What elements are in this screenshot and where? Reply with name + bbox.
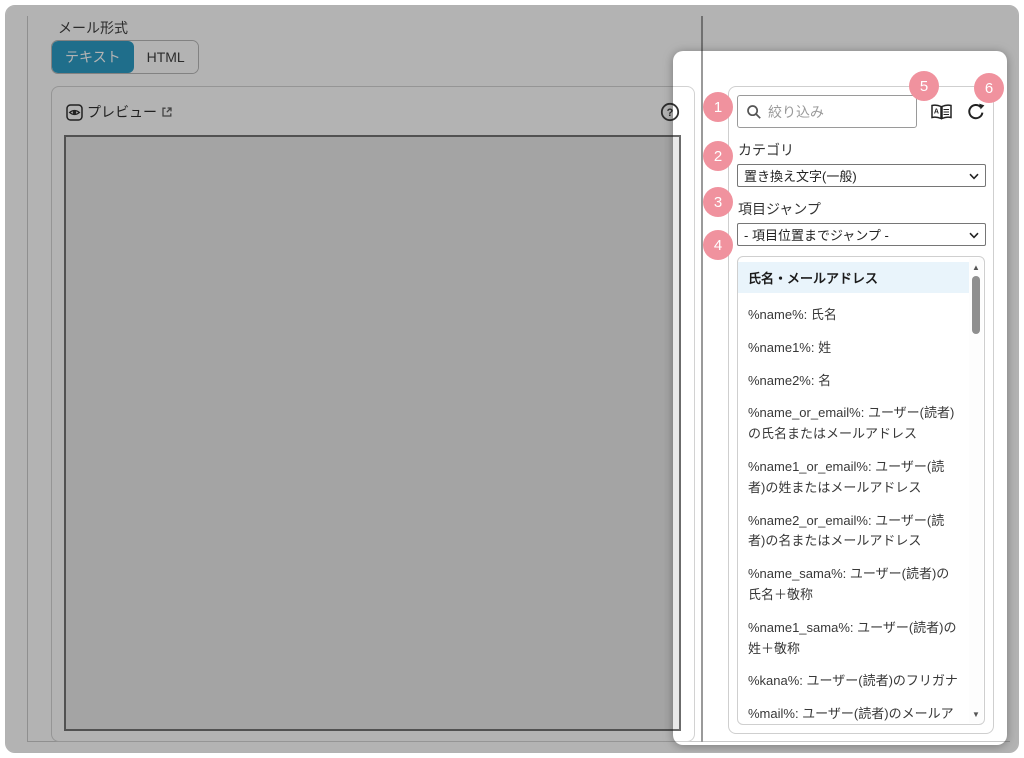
list-item[interactable]: %name_sama%: ユーザー(読者)の氏名＋敬称	[738, 564, 969, 606]
screenshot-stage: メール形式 テキスト HTML プレビュー	[0, 0, 1024, 758]
scroll-down-arrow[interactable]: ▼	[969, 707, 983, 721]
list-item[interactable]: %name1%: 姓	[738, 338, 969, 359]
jump-select[interactable]: - 項目位置までジャンプ -	[737, 223, 986, 246]
mail-format-toggle-group: テキスト HTML	[51, 40, 199, 74]
help-icon[interactable]: ?	[660, 102, 680, 122]
list-group-header: 氏名・メールアドレス	[738, 262, 969, 293]
search-row: A	[737, 95, 985, 128]
jump-label: 項目ジャンプ	[738, 199, 985, 219]
chevron-down-icon	[969, 173, 979, 180]
svg-text:?: ?	[667, 107, 674, 119]
tab-html[interactable]: HTML	[134, 41, 198, 73]
preview-textarea[interactable]	[64, 135, 681, 731]
list-item[interactable]: %mail%: ユーザー(読者)のメールアドレス	[738, 704, 969, 724]
list-scrollbar[interactable]: ▲ ▼	[969, 258, 983, 723]
replacement-sidebar: A カテゴリ 置き換え文字(一般)	[728, 86, 994, 734]
placeholder-list-viewport: 氏名・メールアドレス %name%: 氏名 %name1%: 姓 %name2%: …	[738, 257, 969, 724]
tour-badge-4: 4	[703, 230, 733, 260]
tour-badge-6: 6	[974, 73, 1004, 103]
scroll-thumb[interactable]	[972, 276, 980, 334]
category-label: カテゴリ	[738, 140, 985, 160]
preview-header: プレビュー ?	[66, 97, 680, 127]
refresh-icon	[967, 103, 985, 121]
scroll-up-arrow[interactable]: ▲	[969, 260, 983, 274]
preview-panel: プレビュー ?	[51, 86, 695, 742]
filter-input[interactable]	[768, 104, 908, 120]
tab-text[interactable]: テキスト	[52, 41, 134, 73]
category-select[interactable]: 置き換え文字(一般)	[737, 164, 986, 187]
open-book-icon: A	[930, 103, 953, 121]
preview-title: プレビュー	[87, 102, 157, 122]
search-icon	[746, 104, 762, 120]
chevron-down-icon	[969, 232, 979, 239]
tour-badge-2: 2	[703, 141, 733, 171]
tour-badge-5: 5	[909, 71, 939, 101]
jump-select-value: - 項目位置までジャンプ -	[744, 225, 889, 244]
category-select-value: 置き換え文字(一般)	[744, 166, 857, 185]
dictionary-button[interactable]: A	[930, 103, 953, 121]
placeholder-list-box: 氏名・メールアドレス %name%: 氏名 %name1%: 姓 %name2%: …	[737, 256, 985, 725]
tour-badge-3: 3	[703, 187, 733, 217]
search-box	[737, 95, 917, 128]
list-item[interactable]: %kana%: ユーザー(読者)のフリガナ	[738, 671, 969, 692]
open-external-icon[interactable]	[161, 106, 173, 118]
placeholder-list: %name%: 氏名 %name1%: 姓 %name2%: 名 %name_or_e…	[738, 305, 969, 724]
list-item[interactable]: %name2_or_email%: ユーザー(読者)の名またはメールアドレス	[738, 511, 969, 553]
refresh-button[interactable]	[967, 103, 985, 121]
app-page: メール形式 テキスト HTML プレビュー	[5, 5, 1019, 753]
tour-badge-1: 1	[703, 92, 733, 122]
preview-eye-icon	[66, 104, 83, 121]
list-item[interactable]: %name%: 氏名	[738, 305, 969, 326]
container-left-border	[27, 16, 28, 742]
list-item[interactable]: %name2%: 名	[738, 371, 969, 392]
mail-format-label: メール形式	[58, 18, 128, 38]
list-item[interactable]: %name_or_email%: ユーザー(読者)の氏名またはメールアドレス	[738, 403, 969, 445]
svg-text:A: A	[934, 108, 939, 115]
list-item[interactable]: %name1_or_email%: ユーザー(読者)の姓またはメールアドレス	[738, 457, 969, 499]
list-item[interactable]: %name1_sama%: ユーザー(読者)の姓＋敬称	[738, 618, 969, 660]
editor-sidebar-divider	[701, 16, 703, 742]
